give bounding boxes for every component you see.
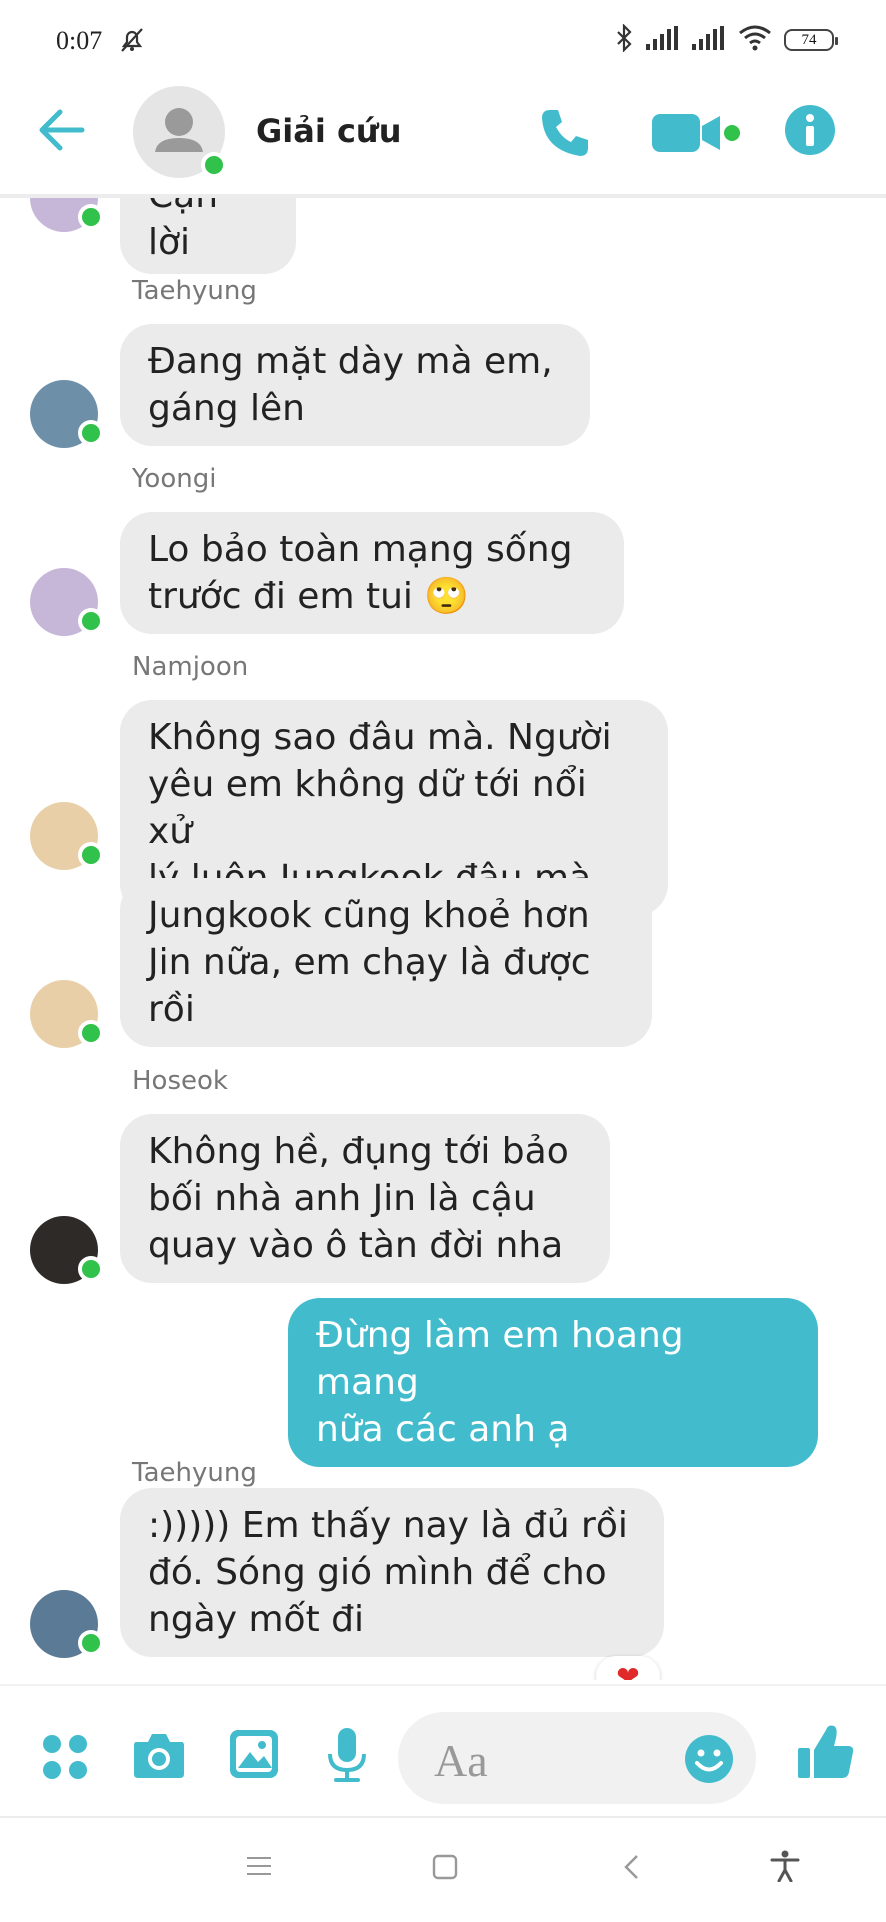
- status-time: 0:07: [56, 26, 103, 55]
- thumbs-up-icon[interactable]: [796, 1722, 856, 1786]
- home-icon[interactable]: [432, 1854, 458, 1884]
- gallery-icon[interactable]: [228, 1728, 280, 1784]
- phone-icon[interactable]: [538, 106, 592, 164]
- message-input[interactable]: Aa: [398, 1712, 756, 1804]
- camera-icon[interactable]: [132, 1730, 186, 1784]
- video-online-dot: [724, 125, 740, 141]
- online-dot: [78, 842, 104, 868]
- menu-icon[interactable]: [246, 1854, 272, 1882]
- sender-name: Namjoon: [132, 652, 249, 682]
- avatar[interactable]: [30, 1216, 104, 1284]
- message-bubble[interactable]: :))))) Em thấy nay là đủ rồi đó. Sóng gi…: [120, 1488, 664, 1657]
- sender-name: Yoongi: [132, 464, 217, 494]
- own-message-bubble[interactable]: Đừng làm em hoang mang nữa các anh ạ: [288, 1298, 818, 1467]
- avatar[interactable]: [30, 802, 104, 870]
- online-dot: [201, 152, 227, 178]
- online-dot: [78, 1256, 104, 1282]
- message-bubble[interactable]: Jungkook cũng khoẻ hơn Jin nữa, em chạy …: [120, 878, 652, 1047]
- online-dot: [78, 204, 104, 230]
- conversation-title[interactable]: Giải cứu: [256, 112, 401, 150]
- bluetooth-icon: [614, 23, 634, 56]
- online-dot: [78, 608, 104, 634]
- online-dot: [78, 1020, 104, 1046]
- heart-reaction[interactable]: ❤: [596, 1656, 660, 1680]
- avatar[interactable]: [30, 1590, 104, 1658]
- conversation-header: Giải cứu: [0, 82, 886, 198]
- microphone-icon[interactable]: [326, 1726, 368, 1788]
- signal-icon-2: [692, 26, 726, 54]
- avatar[interactable]: [30, 198, 104, 232]
- accessibility-icon[interactable]: [770, 1850, 800, 1886]
- emoji-icon[interactable]: [684, 1734, 734, 1788]
- sender-name: Taehyung: [132, 1458, 257, 1488]
- back-icon[interactable]: [622, 1854, 640, 1884]
- signal-icon: [646, 26, 680, 54]
- info-icon[interactable]: [784, 104, 836, 160]
- message-list[interactable]: Cạn lời Taehyung Đang mặt dày mà em, gán…: [0, 198, 886, 1680]
- group-avatar[interactable]: [133, 86, 227, 178]
- sender-name: Hoseok: [132, 1066, 228, 1096]
- back-arrow-icon[interactable]: [36, 108, 86, 156]
- muted-bell-icon: [118, 26, 146, 58]
- message-bubble[interactable]: Cạn lời: [120, 198, 296, 274]
- battery-indicator: 74: [784, 29, 838, 51]
- avatar[interactable]: [30, 980, 104, 1048]
- message-bubble[interactable]: Lo bảo toàn mạng sống trước đi em tui 🙄: [120, 512, 624, 634]
- status-bar: 0:07 74: [0, 0, 886, 80]
- online-dot: [78, 420, 104, 446]
- sender-name: Taehyung: [132, 276, 257, 306]
- online-dot: [78, 1630, 104, 1656]
- wifi-icon: [738, 25, 772, 55]
- system-navigation-bar: [0, 1816, 886, 1922]
- message-bubble[interactable]: Không hề, đụng tới bảo bối nhà anh Jin l…: [120, 1114, 610, 1283]
- apps-icon[interactable]: [42, 1734, 88, 1784]
- avatar[interactable]: [30, 380, 104, 448]
- composer-bar: Aa: [0, 1684, 886, 1816]
- message-bubble[interactable]: Đang mặt dày mà em, gáng lên: [120, 324, 590, 446]
- message-input-placeholder: Aa: [434, 1735, 488, 1786]
- avatar[interactable]: [30, 568, 104, 636]
